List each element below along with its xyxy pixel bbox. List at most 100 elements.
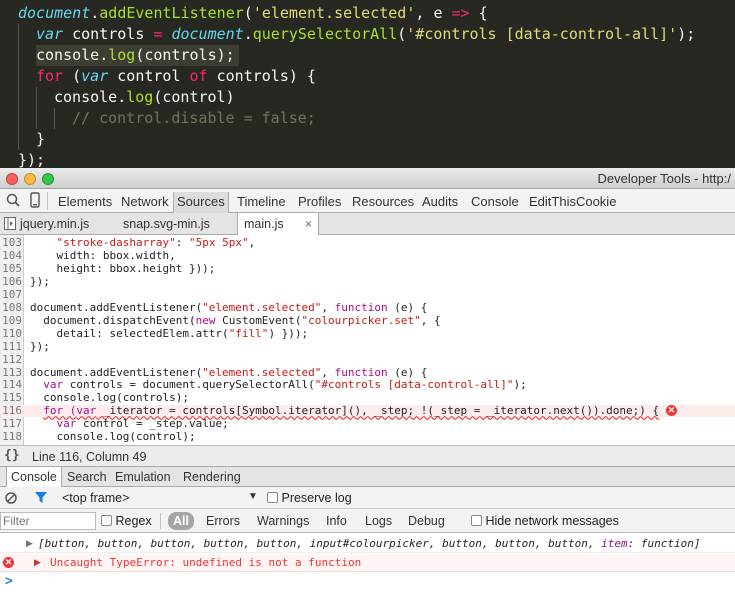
cursor-position: Line 116, Column 49 xyxy=(32,450,147,464)
line-number: 117 xyxy=(2,417,22,431)
filter-level-info[interactable]: Info xyxy=(326,514,347,528)
panel-tab-network[interactable]: Network xyxy=(121,194,169,209)
panel-tab-profiles[interactable]: Profiles xyxy=(298,194,341,209)
console-error-entry[interactable]: ✕ ▶ Uncaught TypeError: undefined is not… xyxy=(0,554,735,572)
drawer-tab-search[interactable]: Search xyxy=(67,470,107,484)
source-editor[interactable]: 103 "stroke-dasharray": "5px 5px", 104 wi… xyxy=(0,235,735,445)
file-tab[interactable]: jquery.min.js xyxy=(14,213,107,235)
code-token: , xyxy=(321,300,335,314)
close-tab-icon[interactable]: × xyxy=(305,217,312,231)
filter-level-all[interactable]: All xyxy=(168,512,194,530)
close-window-icon[interactable] xyxy=(6,173,18,185)
panel-tab-elements[interactable]: Elements xyxy=(58,194,112,209)
filter-funnel-icon[interactable] xyxy=(34,491,48,507)
code-token: controls) { xyxy=(207,67,316,85)
panel-tab-resources[interactable]: Resources xyxy=(352,194,414,209)
filter-level-errors[interactable]: Errors xyxy=(206,514,240,528)
filter-input[interactable] xyxy=(0,512,96,530)
code-token: ( xyxy=(397,25,407,43)
pretty-print-icon[interactable]: {} xyxy=(4,448,20,463)
code-token: new xyxy=(195,313,216,327)
minimize-window-icon[interactable] xyxy=(24,173,36,185)
editor-line: console.log(control) xyxy=(0,87,735,108)
drawer-tab-emulation[interactable]: Emulation xyxy=(115,470,171,484)
expand-triangle-icon[interactable]: ▶ xyxy=(26,538,33,549)
editor-line: } xyxy=(0,129,735,150)
code-token: "stroke-dasharray" xyxy=(56,236,176,249)
console-prompt[interactable]: > xyxy=(5,573,13,588)
code-token: }); xyxy=(18,151,46,169)
console-log-entry[interactable]: ▶ [button, button, button, button, butto… xyxy=(0,535,735,553)
source-code: document.addEventListener("element.selec… xyxy=(30,300,427,314)
preserve-log-checkbox[interactable]: Preserve log xyxy=(267,491,352,505)
source-line: 111}); xyxy=(0,340,735,353)
code-token: for ( xyxy=(43,404,77,418)
editor-code: var controls = document.querySelectorAll… xyxy=(36,24,695,45)
source-code: console.log(control); xyxy=(30,431,195,443)
code-editor[interactable]: document.addEventListener('element.selec… xyxy=(0,0,735,169)
source-line: 112 xyxy=(0,353,735,366)
source-code: }); xyxy=(30,340,50,353)
indent-guide xyxy=(18,24,19,45)
hide-network-checkbox[interactable]: Hide network messages xyxy=(471,514,619,528)
frame-select[interactable]: <top frame> xyxy=(62,491,129,505)
code-token: , xyxy=(248,236,256,249)
source-line: 113 document.addEventListener("element.se… xyxy=(0,365,735,379)
log-token: item xyxy=(601,537,628,550)
code-token: // control.disable = false; xyxy=(72,109,316,127)
zoom-window-icon[interactable] xyxy=(42,173,54,185)
code-token: function xyxy=(334,300,388,314)
device-mode-icon[interactable] xyxy=(30,192,40,211)
clear-console-icon[interactable] xyxy=(5,492,17,507)
drawer-tab-rendering[interactable]: Rendering xyxy=(183,470,241,484)
indent-guide xyxy=(18,45,19,66)
log-token: input#colourpicker xyxy=(309,537,429,550)
panel-tab-console[interactable]: Console xyxy=(471,194,519,209)
expand-triangle-icon[interactable]: ▶ xyxy=(34,557,41,568)
panel-tab-audits[interactable]: Audits xyxy=(422,194,458,209)
source-line: 116 for (var _iterator = controls[Symbol… xyxy=(0,405,735,417)
code-token: (controls); xyxy=(135,46,235,64)
preserve-log-label: Preserve log xyxy=(281,491,352,505)
checkbox-box[interactable] xyxy=(471,515,482,526)
panel-tab-timeline[interactable]: Timeline xyxy=(237,194,286,209)
code-token: "colourpicker.set" xyxy=(301,313,421,327)
code-token: detail: selectedElem.attr( xyxy=(30,326,229,340)
chevron-down-icon[interactable]: ▼ xyxy=(248,491,258,502)
source-code: for (var _iterator = controls[Symbol.ite… xyxy=(30,405,659,417)
filter-level-logs[interactable]: Logs xyxy=(365,514,392,528)
log-token: : xyxy=(627,537,641,550)
code-token: of xyxy=(189,67,208,85)
log-token: button xyxy=(256,537,297,550)
panel-tab-editthiscookie[interactable]: EditThisCookie xyxy=(529,194,616,209)
console-output: ▶ [button, button, button, button, butto… xyxy=(0,533,735,600)
log-token: button xyxy=(495,537,535,550)
code-token: console.log(controls); xyxy=(30,391,189,405)
line-number: 115 xyxy=(2,391,22,405)
code-token: "element.selected" xyxy=(202,300,322,314)
file-tab[interactable]: main.js × xyxy=(237,213,319,236)
error-message: Uncaught TypeError: undefined is not a f… xyxy=(50,556,362,569)
line-number: 107 xyxy=(2,287,22,301)
panel-tab-sources[interactable]: Sources xyxy=(173,192,229,213)
checkbox-box[interactable] xyxy=(267,492,278,503)
editor-line: for (var control of controls) { xyxy=(0,66,735,87)
file-tab-label: snap.svg-min.js xyxy=(123,217,210,231)
line-number: 118 xyxy=(2,430,22,444)
source-code: }); xyxy=(30,276,50,288)
filter-level-warnings[interactable]: Warnings xyxy=(257,514,309,528)
indent-guide xyxy=(18,108,19,129)
drawer-tabs: Console Search Emulation Rendering xyxy=(0,467,735,488)
drawer-tab-console[interactable]: Console xyxy=(6,467,62,488)
checkbox-box[interactable] xyxy=(101,515,112,526)
file-tab[interactable]: snap.svg-min.js xyxy=(117,213,222,235)
code-token: "5px 5px" xyxy=(188,236,249,249)
toolbar-divider xyxy=(47,192,48,210)
inspect-element-icon[interactable] xyxy=(6,193,20,210)
code-token: "element.selected" xyxy=(202,365,322,379)
source-line: 117 var control = _step.value; xyxy=(0,418,735,430)
filter-level-debug[interactable]: Debug xyxy=(408,514,445,528)
regex-checkbox[interactable]: Regex xyxy=(101,514,152,528)
